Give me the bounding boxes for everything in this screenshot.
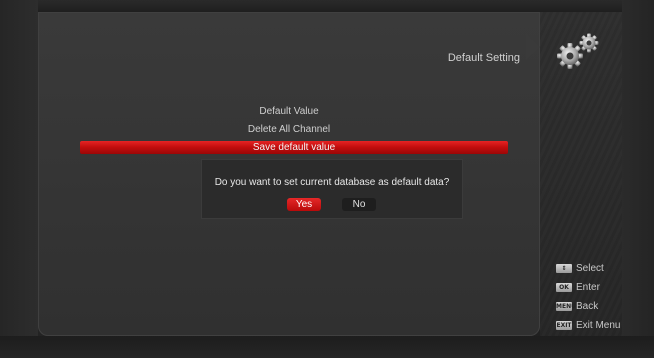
legend-enter: OK Enter xyxy=(556,281,600,293)
right-border xyxy=(622,0,654,358)
menu-item-delete-all-channel[interactable]: Delete All Channel xyxy=(38,123,540,136)
yes-button[interactable]: Yes xyxy=(287,198,321,211)
menu-item-default-value[interactable]: Default Value xyxy=(38,105,540,118)
left-border xyxy=(0,0,38,358)
title-arrow xyxy=(526,34,540,60)
legend-enter-label: Enter xyxy=(576,281,600,293)
page-title: Default Setting xyxy=(447,52,520,64)
confirm-dialog: Do you want to set current database as d… xyxy=(201,159,463,219)
no-button[interactable]: No xyxy=(342,198,376,211)
main-panel: Default Setting Default Value Delete All… xyxy=(38,12,540,336)
bottom-border xyxy=(0,336,654,358)
legend-back-label: Back xyxy=(576,300,599,312)
top-border xyxy=(0,0,654,12)
legend-exit-menu-label: Exit Menu xyxy=(576,319,621,331)
legend-select-label: Select xyxy=(576,262,604,274)
exit-key-icon: EXIT xyxy=(556,320,572,330)
legend-back: MENU Back xyxy=(556,300,598,312)
legend-select: ⇕ Select xyxy=(556,262,604,274)
ok-key-icon: OK xyxy=(556,282,572,292)
legend-exit-menu: EXIT Exit Menu xyxy=(556,319,620,331)
dialog-message: Do you want to set current database as d… xyxy=(214,177,450,188)
gears-icon xyxy=(556,32,604,72)
arrows-key-icon: ⇕ xyxy=(556,263,572,273)
menu-key-icon: MENU xyxy=(556,301,576,311)
menu-item-save-default-value[interactable]: Save default value xyxy=(80,141,508,154)
